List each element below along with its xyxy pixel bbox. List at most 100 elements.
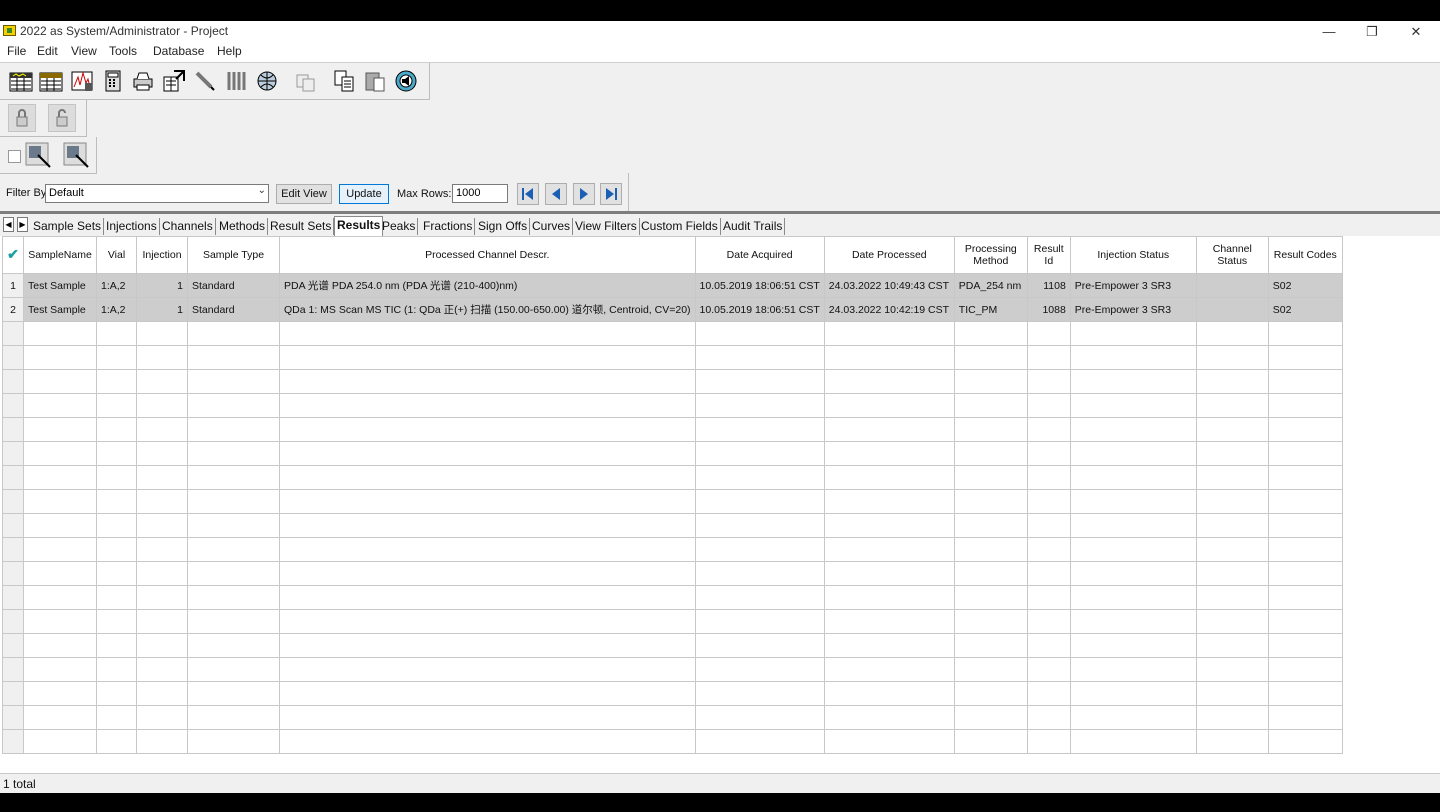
empty-table-row[interactable] [2, 729, 1343, 754]
cell-injection[interactable]: 1 [136, 273, 188, 298]
empty-cell[interactable] [187, 633, 280, 658]
empty-cell[interactable] [279, 609, 696, 634]
empty-cell[interactable] [1026, 369, 1071, 394]
view-checkbox[interactable] [8, 150, 21, 163]
empty-cell[interactable] [1267, 609, 1343, 634]
empty-cell[interactable] [953, 489, 1028, 514]
empty-cell[interactable] [1026, 321, 1071, 346]
empty-cell[interactable] [136, 513, 188, 538]
empty-cell[interactable] [694, 657, 825, 682]
empty-table-row[interactable] [2, 609, 1343, 634]
empty-cell[interactable] [1026, 609, 1071, 634]
empty-cell[interactable] [136, 345, 188, 370]
lock-button[interactable] [8, 104, 36, 132]
empty-cell[interactable] [1267, 393, 1343, 418]
select-column-header[interactable]: ✔ [2, 236, 24, 274]
empty-cell[interactable] [279, 465, 696, 490]
empty-table-row[interactable] [2, 513, 1343, 538]
row-number[interactable] [2, 609, 24, 634]
row-number[interactable] [2, 513, 24, 538]
empty-cell[interactable] [187, 537, 280, 562]
empty-cell[interactable] [1195, 585, 1269, 610]
empty-cell[interactable] [953, 417, 1028, 442]
empty-table-row[interactable] [2, 393, 1343, 418]
tab-scroll-left-icon[interactable]: ◀ [3, 217, 14, 232]
cell-processing-method[interactable]: PDA_254 nm [953, 273, 1028, 298]
empty-cell[interactable] [136, 393, 188, 418]
globe-icon[interactable] [255, 69, 279, 93]
empty-cell[interactable] [23, 465, 97, 490]
empty-cell[interactable] [1026, 393, 1071, 418]
empty-cell[interactable] [1069, 321, 1197, 346]
empty-cell[interactable] [279, 417, 696, 442]
empty-cell[interactable] [1267, 513, 1343, 538]
empty-cell[interactable] [96, 465, 137, 490]
last-page-button[interactable] [600, 183, 622, 205]
edit-view-button[interactable]: Edit View [276, 184, 332, 204]
tab-sign-offs[interactable]: Sign Offs [476, 218, 531, 235]
empty-cell[interactable] [1267, 561, 1343, 586]
next-page-button[interactable] [573, 183, 595, 205]
empty-cell[interactable] [279, 369, 696, 394]
cell-injection-status[interactable]: Pre-Empower 3 SR3 [1069, 273, 1197, 298]
empty-cell[interactable] [96, 633, 137, 658]
empty-cell[interactable] [694, 369, 825, 394]
results-table-icon[interactable] [39, 69, 63, 93]
empty-cell[interactable] [1069, 441, 1197, 466]
empty-cell[interactable] [136, 705, 188, 730]
tab-scroll-right-icon[interactable]: ▶ [17, 217, 28, 232]
empty-cell[interactable] [96, 729, 137, 754]
empty-cell[interactable] [1195, 537, 1269, 562]
empty-cell[interactable] [1069, 489, 1197, 514]
empty-cell[interactable] [953, 441, 1028, 466]
empty-cell[interactable] [1267, 657, 1343, 682]
empty-cell[interactable] [1267, 681, 1343, 706]
row-number[interactable] [2, 537, 24, 562]
column-header[interactable]: Vial [96, 236, 137, 274]
empty-cell[interactable] [279, 393, 696, 418]
empty-cell[interactable] [136, 417, 188, 442]
cell-sample-name[interactable]: Test Sample [23, 273, 97, 298]
empty-cell[interactable] [953, 681, 1028, 706]
empty-cell[interactable] [953, 729, 1028, 754]
pipette-icon[interactable] [193, 69, 217, 93]
empty-cell[interactable] [1267, 369, 1343, 394]
empty-cell[interactable] [187, 417, 280, 442]
empty-cell[interactable] [953, 321, 1028, 346]
close-icon[interactable]: ✕ [1394, 21, 1438, 42]
empty-cell[interactable] [953, 657, 1028, 682]
empty-cell[interactable] [136, 681, 188, 706]
empty-cell[interactable] [187, 465, 280, 490]
empty-cell[interactable] [1069, 633, 1197, 658]
empty-cell[interactable] [1069, 465, 1197, 490]
empty-cell[interactable] [1267, 465, 1343, 490]
empty-cell[interactable] [23, 345, 97, 370]
empty-cell[interactable] [823, 537, 955, 562]
empty-cell[interactable] [823, 465, 955, 490]
empty-cell[interactable] [823, 729, 955, 754]
empty-cell[interactable] [953, 609, 1028, 634]
empty-cell[interactable] [1026, 345, 1071, 370]
empty-cell[interactable] [823, 585, 955, 610]
empty-cell[interactable] [1195, 705, 1269, 730]
empty-cell[interactable] [694, 417, 825, 442]
empty-cell[interactable] [953, 633, 1028, 658]
empty-table-row[interactable] [2, 321, 1343, 346]
empty-cell[interactable] [187, 513, 280, 538]
empty-cell[interactable] [23, 633, 97, 658]
empty-cell[interactable] [694, 561, 825, 586]
empty-cell[interactable] [136, 489, 188, 514]
empty-cell[interactable] [1195, 417, 1269, 442]
sample-sets-icon[interactable] [9, 69, 33, 93]
cell-sample-type[interactable]: Standard [187, 273, 280, 298]
empty-cell[interactable] [187, 321, 280, 346]
row-number[interactable] [2, 489, 24, 514]
empty-cell[interactable] [1267, 417, 1343, 442]
empty-cell[interactable] [823, 561, 955, 586]
empty-table-row[interactable] [2, 657, 1343, 682]
export-icon[interactable] [162, 69, 186, 93]
empty-cell[interactable] [694, 321, 825, 346]
empty-cell[interactable] [1069, 417, 1197, 442]
row-number[interactable] [2, 729, 24, 754]
empty-cell[interactable] [279, 489, 696, 514]
